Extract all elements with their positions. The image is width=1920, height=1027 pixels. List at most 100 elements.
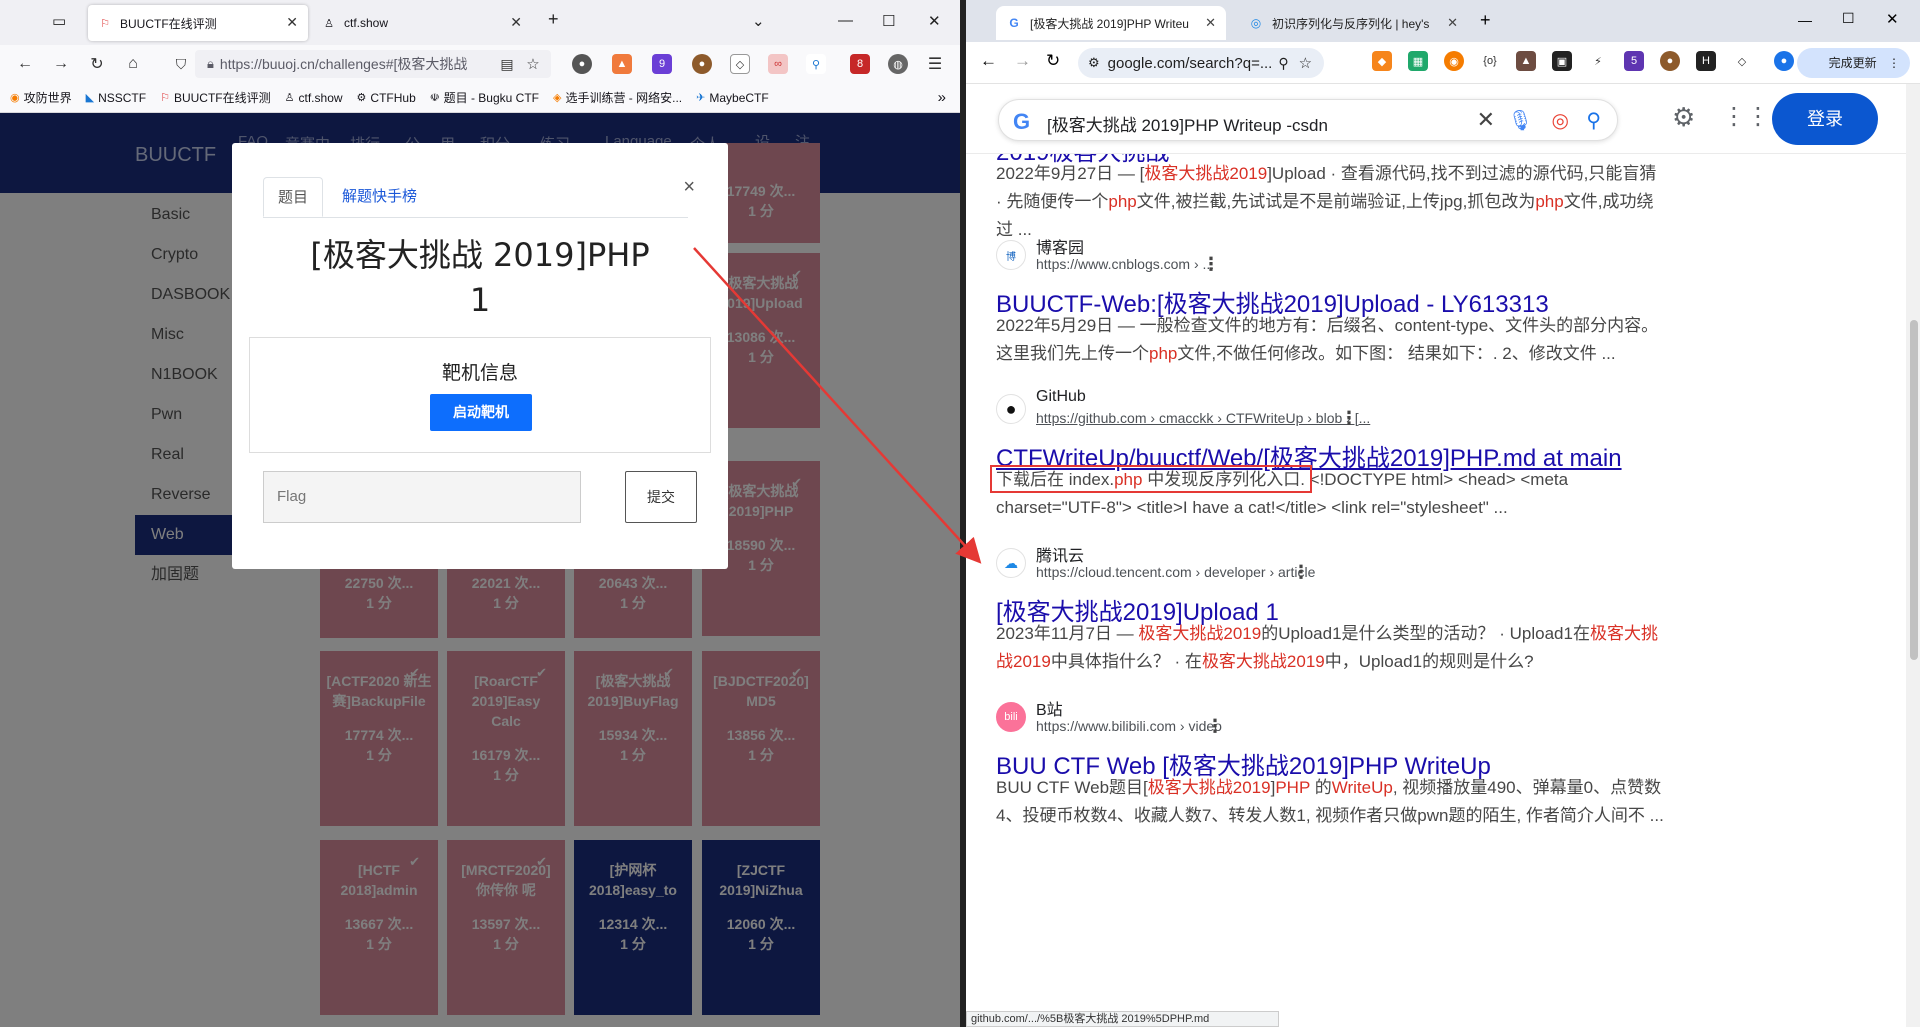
- extension-icon[interactable]: ▦: [1408, 51, 1428, 71]
- lens-icon[interactable]: ◎: [1552, 108, 1569, 133]
- extension-icon[interactable]: ▲: [1516, 51, 1536, 71]
- clear-icon[interactable]: ✕: [1477, 107, 1495, 133]
- bookmark-item[interactable]: ☫ 题目 - Bugku CTF: [430, 89, 539, 106]
- update-button[interactable]: 完成更新 ⋮: [1796, 48, 1910, 78]
- zoom-icon[interactable]: ⚲: [1278, 55, 1288, 72]
- firefox-tab-bar: ▭ ⚐ BUUCTF在线评测 ✕ ♙ ctf.show ✕ + ⌄ — ☐ ✕: [0, 0, 960, 45]
- cookie-icon[interactable]: ●: [692, 54, 712, 74]
- new-tab-icon[interactable]: +: [548, 9, 559, 30]
- reader-mode-icon[interactable]: ▤: [496, 53, 518, 75]
- bookmark-item[interactable]: ◣ NSSCTF: [86, 91, 146, 105]
- menu-icon[interactable]: ☰: [924, 53, 946, 75]
- challenge-title-text: [极客大挑战 2019]PHP 1: [310, 236, 650, 319]
- json-icon[interactable]: {o}: [1480, 51, 1500, 71]
- sign-in-button[interactable]: 登录: [1772, 93, 1878, 145]
- close-tab-icon[interactable]: ✕: [1447, 15, 1458, 31]
- site-info-icon[interactable]: ⚙: [1088, 55, 1100, 71]
- back-icon[interactable]: ←: [980, 51, 997, 71]
- close-tab-icon[interactable]: ✕: [1205, 15, 1216, 31]
- reload-icon[interactable]: ↻: [1046, 51, 1060, 71]
- profile-icon[interactable]: ●: [1774, 51, 1794, 71]
- bookmark-star-icon[interactable]: ☆: [1299, 54, 1312, 72]
- extension-badge-icon[interactable]: 5: [1624, 51, 1644, 71]
- globe-icon[interactable]: ◍: [888, 54, 908, 74]
- github-icon: ●: [996, 394, 1026, 424]
- reload-icon[interactable]: ↻: [86, 53, 108, 75]
- microphone-icon[interactable]: 🎙︎: [1508, 108, 1533, 133]
- bookmark-item[interactable]: ✈ MaybeCTF: [696, 91, 769, 105]
- extension-icon[interactable]: ▣: [1552, 51, 1572, 71]
- submit-button[interactable]: 提交: [625, 471, 697, 523]
- bookmark-item[interactable]: ◈ 选手训练营 - 网络安...: [553, 89, 682, 106]
- close-tab-icon[interactable]: ✕: [510, 14, 522, 31]
- link-icon[interactable]: ∞: [768, 54, 788, 74]
- notification-badge-icon[interactable]: 8: [850, 54, 870, 74]
- bookmarks-bar: ◉ 攻防世界 ◣ NSSCTF ⚐ BUUCTF在线评测 ♙ ctf.show ⚙ CTF…: [0, 83, 960, 113]
- tab-solves-ranking[interactable]: 解题快手榜: [328, 177, 431, 217]
- tab-overview-icon[interactable]: ▭: [52, 12, 66, 30]
- tab-label: 初识序列化与反序列化 | hey's: [1272, 16, 1430, 31]
- bookmark-item[interactable]: ⚙ CTFHub: [357, 91, 416, 105]
- blog-favicon-icon: ◎: [1250, 16, 1262, 30]
- extension-icon[interactable]: ▲: [612, 54, 632, 74]
- cookie-icon[interactable]: ●: [1660, 51, 1680, 71]
- maximize-icon[interactable]: ☐: [1842, 10, 1855, 27]
- extension-badge-icon[interactable]: 9: [652, 54, 672, 74]
- more-vert-icon[interactable]: ⋮: [1292, 562, 1310, 583]
- badge-count: 9: [658, 58, 666, 70]
- tab-question[interactable]: 题目: [263, 177, 324, 217]
- highlighted-term: 极客大挑战2019: [1201, 652, 1325, 671]
- bookmark-label: NSSCTF: [98, 90, 147, 105]
- chrome-tab-bar: G [极客大挑战 2019]PHP Writeu ✕ ◎ 初识序列化与反序列化 …: [966, 0, 1920, 42]
- bookmark-item[interactable]: ⚐ BUUCTF在线评测: [160, 89, 271, 106]
- badge-count: 5: [1630, 55, 1638, 67]
- more-bookmarks-icon[interactable]: »: [938, 89, 946, 106]
- close-window-icon[interactable]: ✕: [928, 12, 941, 30]
- google-search-box[interactable]: G [极客大挑战 2019]PHP Writeup -csdn ✕ 🎙︎ ◎ ⚲: [998, 99, 1618, 141]
- bookmark-item[interactable]: ◉ 攻防世界: [10, 89, 72, 106]
- start-target-button[interactable]: 启动靶机: [430, 394, 532, 431]
- maximize-icon[interactable]: ☐: [882, 12, 895, 30]
- puzzle-icon[interactable]: ◇: [730, 54, 750, 74]
- metamask-icon[interactable]: ◆: [1372, 51, 1392, 71]
- extension-icon[interactable]: ◉: [1444, 51, 1464, 71]
- close-tab-icon[interactable]: ✕: [286, 14, 298, 31]
- forward-icon[interactable]: →: [50, 53, 72, 75]
- tab-label: [极客大挑战 2019]PHP Writeu: [1030, 16, 1189, 31]
- google-g-icon[interactable]: G: [1013, 109, 1030, 135]
- close-window-icon[interactable]: ✕: [1886, 10, 1899, 28]
- search-query[interactable]: [极客大挑战 2019]PHP Writeup -csdn: [1047, 111, 1328, 136]
- home-icon[interactable]: ⌂: [122, 53, 144, 75]
- extension-icon[interactable]: ⚡: [1588, 51, 1608, 71]
- more-vert-icon[interactable]: ⋮: [1202, 254, 1220, 275]
- pin-icon[interactable]: ⚲: [806, 54, 826, 74]
- minimize-icon[interactable]: —: [1798, 12, 1812, 28]
- extension-icon[interactable]: H: [1696, 51, 1716, 71]
- shield-icon[interactable]: ⛉: [170, 53, 192, 75]
- settings-gear-icon[interactable]: ⚙: [1672, 102, 1695, 133]
- back-icon[interactable]: ←: [14, 53, 36, 75]
- bookmark-star-icon[interactable]: ☆: [522, 53, 544, 75]
- account-icon[interactable]: ●: [572, 54, 592, 74]
- more-vert-icon[interactable]: ⋮: [1340, 408, 1358, 429]
- bookmark-item[interactable]: ♙ ctf.show: [285, 91, 343, 105]
- new-tab-icon[interactable]: +: [1480, 10, 1491, 31]
- chrome-toolbar: ← → ↻ ⚙ google.com/search?q=... ⚲ ☆ ◆ ▦ …: [966, 42, 1920, 84]
- minimize-icon[interactable]: —: [838, 12, 853, 29]
- scrollbar-thumb[interactable]: [1910, 320, 1918, 660]
- more-vert-icon[interactable]: ⋮: [1888, 56, 1900, 70]
- forward-icon[interactable]: →: [1014, 51, 1031, 71]
- flag-input[interactable]: Flag: [263, 471, 581, 523]
- bookmark-label: BUUCTF在线评测: [173, 91, 271, 105]
- tab-google-search[interactable]: G [极客大挑战 2019]PHP Writeu ✕: [996, 6, 1226, 40]
- chevron-down-icon[interactable]: ⌄: [752, 12, 765, 30]
- tab-buuctf[interactable]: ⚐ BUUCTF在线评测 ✕: [88, 5, 308, 41]
- apps-grid-icon[interactable]: ⋮⋮: [1722, 102, 1770, 131]
- search-icon[interactable]: ⚲: [1586, 108, 1601, 133]
- omnibox[interactable]: ⚙ google.com/search?q=... ⚲ ☆: [1078, 48, 1324, 78]
- more-vert-icon[interactable]: ⋮: [1206, 716, 1224, 737]
- puzzle-icon[interactable]: ◇: [1732, 51, 1752, 71]
- tab-ctfshow[interactable]: ♙ ctf.show ✕: [312, 5, 532, 41]
- tab-serialization-blog[interactable]: ◎ 初识序列化与反序列化 | hey's ✕: [1238, 6, 1468, 40]
- close-icon[interactable]: ×: [683, 176, 695, 199]
